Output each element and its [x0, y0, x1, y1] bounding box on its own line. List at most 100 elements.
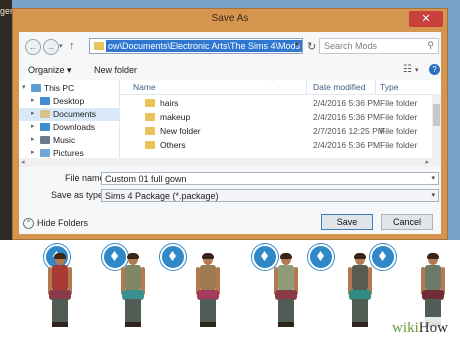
sim-figure [345, 253, 375, 340]
file-type: File folder [380, 126, 418, 136]
sim-figure [45, 253, 75, 340]
sim-figure [193, 253, 223, 340]
save-as-type-value: Sims 4 Package (*.package) [105, 191, 219, 201]
address-dropdown-icon[interactable]: ▾ [295, 40, 299, 49]
hide-folders-toggle[interactable]: ^ Hide Folders [23, 218, 89, 230]
nav-item-this-pc[interactable]: ▾ This PC [19, 82, 119, 95]
column-divider[interactable] [375, 80, 376, 94]
collapse-up-icon: ^ [23, 218, 34, 230]
file-list: ^ Name Date modified Type hairs 2/4/2016… [120, 80, 441, 158]
scroll-right-icon[interactable]: ▸ [425, 158, 429, 166]
nav-item-downloads[interactable]: ▸ Downloads [19, 121, 119, 134]
file-name-field[interactable]: Custom 01 full gown ▾ [101, 172, 439, 185]
column-header-type[interactable]: Type [380, 82, 398, 92]
file-type: File folder [380, 140, 418, 150]
nav-item-documents[interactable]: ▸ Documents [19, 108, 119, 121]
file-name: New folder [160, 126, 201, 136]
close-button[interactable]: ✕ [409, 11, 443, 27]
refresh-icon[interactable]: ↻ [307, 40, 316, 53]
organize-menu[interactable]: Organize ▾ [28, 65, 72, 76]
save-as-type-select[interactable]: Sims 4 Package (*.package) ▾ [101, 189, 439, 202]
column-header-name[interactable]: Name [133, 82, 156, 92]
file-date: 2/4/2016 5:36 PM [313, 112, 381, 122]
sim-hair [427, 253, 439, 259]
sim-hair [127, 253, 139, 259]
new-folder-button[interactable]: New folder [94, 65, 137, 75]
navigation-pane: ▾ This PC ▸ Desktop ▸ Documents ▸ Downlo… [19, 80, 120, 158]
dialog-title: Save As [211, 13, 249, 24]
forward-arrow-icon[interactable]: → [43, 39, 59, 55]
cancel-button[interactable]: Cancel [381, 214, 433, 230]
file-date: 2/4/2016 5:36 PM [313, 140, 381, 150]
table-row[interactable]: makeup 2/4/2016 5:36 PM File folder [120, 110, 430, 124]
sim-shoes [278, 322, 294, 327]
back-arrow-icon[interactable]: ← [25, 39, 41, 55]
table-row[interactable]: New folder 2/7/2016 12:25 PM File folder [120, 124, 430, 138]
dialog-body: ← → ▾ ↑ ow\Documents\Electronic Arts\The… [19, 32, 441, 234]
watermark-wiki: wiki [392, 320, 419, 336]
expand-chevron-icon[interactable]: ▸ [31, 122, 35, 130]
sim-figure [118, 253, 148, 340]
nav-item-label: Desktop [53, 96, 85, 106]
background-app-strip: ger [0, 0, 13, 240]
file-name-dropdown-icon[interactable]: ▾ [431, 174, 435, 182]
search-input[interactable]: Search Mods ⚲ [319, 38, 439, 54]
expand-chevron-icon[interactable]: ▸ [31, 135, 35, 143]
command-toolbar: Organize ▾ New folder ☷ ▾ ? [19, 62, 441, 80]
folder-icon [145, 141, 155, 149]
table-row[interactable]: Others 2/4/2016 5:36 PM File folder [120, 138, 430, 152]
table-row[interactable]: hairs 2/4/2016 5:36 PM File folder [120, 96, 430, 110]
search-icon[interactable]: ⚲ [427, 40, 434, 51]
folder-icon [145, 127, 155, 135]
pictures-icon [40, 149, 50, 157]
vertical-scrollbar[interactable] [432, 94, 441, 158]
sim-legs [52, 299, 68, 323]
nav-item-label: This PC [44, 83, 75, 93]
collapse-chevron-icon[interactable]: ▾ [22, 83, 26, 91]
file-name: Others [160, 140, 186, 150]
expand-chevron-icon[interactable]: ▸ [31, 148, 35, 156]
file-date: 2/7/2016 12:25 PM [313, 126, 385, 136]
column-header-date[interactable]: Date modified [313, 82, 365, 92]
view-dropdown-icon[interactable]: ▾ [415, 66, 419, 74]
up-folder-icon[interactable]: ↑ [69, 40, 75, 52]
folder-icon [94, 42, 104, 50]
wikihow-watermark: wikiHow [388, 317, 452, 339]
sim-gown-top [352, 265, 368, 291]
search-placeholder: Search Mods [324, 41, 378, 51]
expand-chevron-icon[interactable]: ▸ [31, 109, 35, 117]
address-path[interactable]: ow\Documents\Electronic Arts\The Sims 4\… [106, 40, 303, 52]
sim-hair [54, 253, 66, 259]
music-icon [40, 136, 50, 144]
nav-item-pictures[interactable]: ▸ Pictures [19, 147, 119, 158]
scroll-left-icon[interactable]: ◂ [21, 158, 25, 166]
folder-icon [145, 113, 155, 121]
save-as-type-dropdown-icon[interactable]: ▾ [431, 191, 435, 199]
hide-folders-label: Hide Folders [37, 218, 89, 228]
save-button[interactable]: Save [321, 214, 373, 230]
sims-plumbob-icon [160, 244, 186, 270]
horizontal-scrollbar[interactable]: ◂ ▸ [19, 158, 441, 167]
file-name: makeup [160, 112, 191, 122]
recent-locations-chevron-icon[interactable]: ▾ [59, 42, 63, 50]
column-divider[interactable] [306, 80, 307, 94]
sim-gown-top [125, 265, 141, 291]
sim-shoes [200, 322, 216, 327]
file-name-value[interactable]: Custom 01 full gown [105, 174, 187, 184]
downloads-icon [40, 123, 50, 131]
nav-item-desktop[interactable]: ▸ Desktop [19, 95, 119, 108]
scroll-thumb[interactable] [433, 104, 440, 126]
folder-icon [145, 99, 155, 107]
sim-legs [125, 299, 141, 323]
address-bar[interactable]: ow\Documents\Electronic Arts\The Sims 4\… [89, 38, 303, 54]
sim-gown-top [425, 265, 441, 291]
sim-hair [280, 253, 292, 259]
sim-figure [271, 253, 301, 340]
documents-icon [40, 110, 50, 118]
view-options-icon[interactable]: ☷ [403, 64, 412, 75]
expand-chevron-icon[interactable]: ▸ [31, 96, 35, 104]
help-icon[interactable]: ? [429, 64, 440, 75]
dialog-titlebar[interactable]: Save As ✕ [13, 9, 447, 31]
sims-plumbob-icon [308, 244, 334, 270]
nav-item-music[interactable]: ▸ Music [19, 134, 119, 147]
